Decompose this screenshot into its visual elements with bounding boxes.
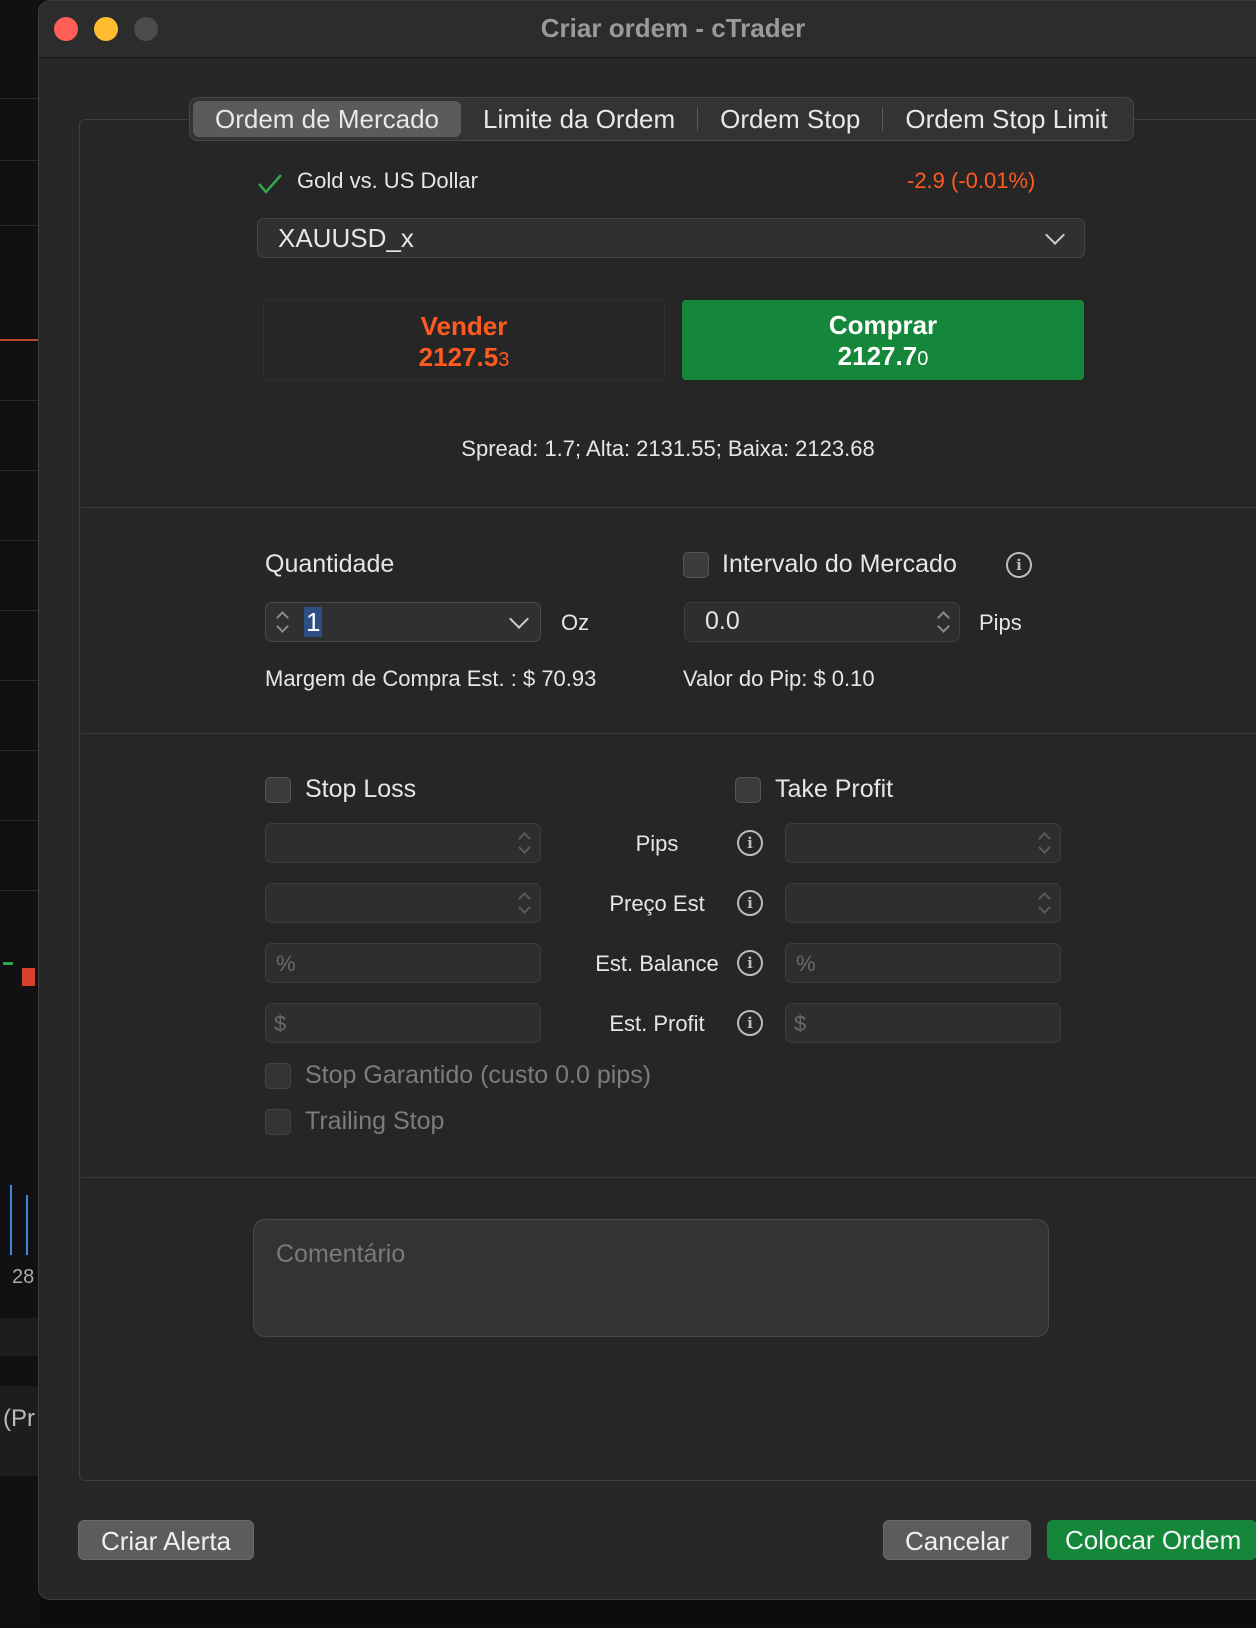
symbol-name: Gold vs. US Dollar (297, 168, 478, 193)
row-label-pips: Pips (635, 831, 679, 856)
sell-price-pip: 3 (498, 349, 510, 371)
create-alert-button[interactable]: Criar Alerta (78, 1520, 254, 1560)
market-range-checkbox[interactable] (683, 552, 709, 578)
comment-field[interactable]: Comentário (253, 1219, 1049, 1337)
stop-loss-profit-field[interactable]: $ (265, 1003, 541, 1043)
stepper-icon[interactable] (276, 609, 289, 635)
quantity-label: Quantidade (265, 550, 395, 578)
margin-estimate: Margem de Compra Est. : $ 70.93 (265, 666, 597, 691)
order-type-tabs: Ordem de Mercado Limite da Ordem Ordem S… (189, 97, 1134, 141)
background-chart-strip: 28 (Pr (0, 0, 40, 1628)
quantity-stepper[interactable]: 1 (265, 602, 541, 642)
tab-stop-limit-order[interactable]: Ordem Stop Limit (883, 101, 1129, 137)
chevron-down-icon (1045, 225, 1065, 245)
market-range-unit: Pips (979, 610, 1022, 635)
percent-placeholder: % (276, 951, 296, 976)
market-info: Spread: 1.7; Alta: 2131.55; Baixa: 2123.… (461, 436, 875, 461)
divider (81, 507, 1256, 508)
stepper-icon[interactable] (1038, 890, 1051, 916)
market-range-value[interactable]: 0.0 (705, 607, 740, 636)
trailing-stop-label: Trailing Stop (305, 1107, 445, 1135)
panel-fragment: (Pr (3, 1405, 35, 1432)
symbol-select-value: XAUUSD_x (278, 223, 414, 253)
tab-limit-order[interactable]: Limite da Ordem (461, 101, 697, 137)
percent-placeholder: % (796, 951, 816, 976)
trailing-stop-checkbox[interactable] (265, 1109, 291, 1135)
buy-price: 2127.70 (682, 341, 1084, 372)
row-label-price: Preço Est (609, 891, 705, 916)
tab-stop-order[interactable]: Ordem Stop (698, 101, 882, 137)
buy-label: Comprar (828, 310, 938, 340)
place-order-button[interactable]: Colocar Ordem (1047, 1520, 1256, 1560)
comment-placeholder: Comentário (276, 1240, 406, 1268)
buy-price-main: 2127.7 (837, 341, 918, 371)
stop-loss-pips-field[interactable] (265, 823, 541, 863)
take-profit-balance-field[interactable]: % (785, 943, 1061, 983)
stop-loss-price-field[interactable] (265, 883, 541, 923)
info-icon[interactable]: i (1006, 552, 1032, 578)
candle-red (22, 968, 35, 986)
take-profit-price-field[interactable] (785, 883, 1061, 923)
chevron-down-icon[interactable] (509, 609, 529, 629)
row-label-profit: Est. Profit (609, 1011, 705, 1036)
dollar-placeholder: $ (274, 1011, 287, 1036)
market-range-stepper[interactable]: 0.0 (684, 602, 960, 642)
stepper-icon[interactable] (937, 609, 950, 635)
quantity-unit: Oz (561, 610, 590, 635)
stop-loss-balance-field[interactable]: % (265, 943, 541, 983)
divider (81, 733, 1256, 734)
stepper-icon[interactable] (1038, 830, 1051, 856)
pip-value: Valor do Pip: $ 0.10 (683, 666, 875, 691)
quantity-value[interactable]: 1 (304, 607, 323, 637)
create-order-dialog: Criar ordem - cTrader Ordem de Mercado L… (38, 0, 1256, 1600)
market-range-label: Intervalo do Mercado (722, 550, 957, 578)
checkmark-icon (258, 174, 282, 194)
stop-loss-label: Stop Loss (305, 775, 417, 803)
price-change: -2.9 (-0.01%) (907, 168, 1036, 193)
take-profit-profit-field[interactable]: $ (785, 1003, 1061, 1043)
title-bar[interactable]: Criar ordem - cTrader (39, 1, 1256, 58)
axis-label: 28 (12, 1266, 35, 1288)
info-icon[interactable]: i (737, 830, 763, 856)
take-profit-checkbox[interactable] (735, 777, 761, 803)
symbol-select[interactable]: XAUUSD_x (257, 218, 1085, 258)
divider (81, 1177, 1256, 1178)
take-profit-label: Take Profit (775, 775, 894, 803)
stop-loss-checkbox[interactable] (265, 777, 291, 803)
sell-button[interactable]: Vender 2127.53 (263, 300, 665, 380)
stepper-icon[interactable] (518, 890, 531, 916)
info-icon[interactable]: i (737, 950, 763, 976)
price-line (0, 339, 40, 341)
dollar-placeholder: $ (794, 1011, 807, 1036)
sell-price: 2127.53 (264, 342, 664, 373)
cancel-button[interactable]: Cancelar (883, 1520, 1031, 1560)
info-icon[interactable]: i (737, 890, 763, 916)
take-profit-pips-field[interactable] (785, 823, 1061, 863)
window-title: Criar ordem - cTrader (540, 13, 806, 43)
stepper-icon[interactable] (518, 830, 531, 856)
sell-label: Vender (420, 311, 508, 341)
info-icon[interactable]: i (737, 1010, 763, 1036)
sell-price-main: 2127.5 (418, 342, 499, 372)
guaranteed-stop-checkbox[interactable] (265, 1063, 291, 1089)
buy-price-pip: 0 (917, 348, 929, 370)
row-label-balance: Est. Balance (595, 951, 719, 976)
candle-green (3, 962, 13, 965)
guaranteed-stop-label: Stop Garantido (custo 0.0 pips) (305, 1061, 652, 1089)
buy-button[interactable]: Comprar 2127.70 (682, 300, 1084, 380)
tab-market-order[interactable]: Ordem de Mercado (193, 101, 461, 137)
